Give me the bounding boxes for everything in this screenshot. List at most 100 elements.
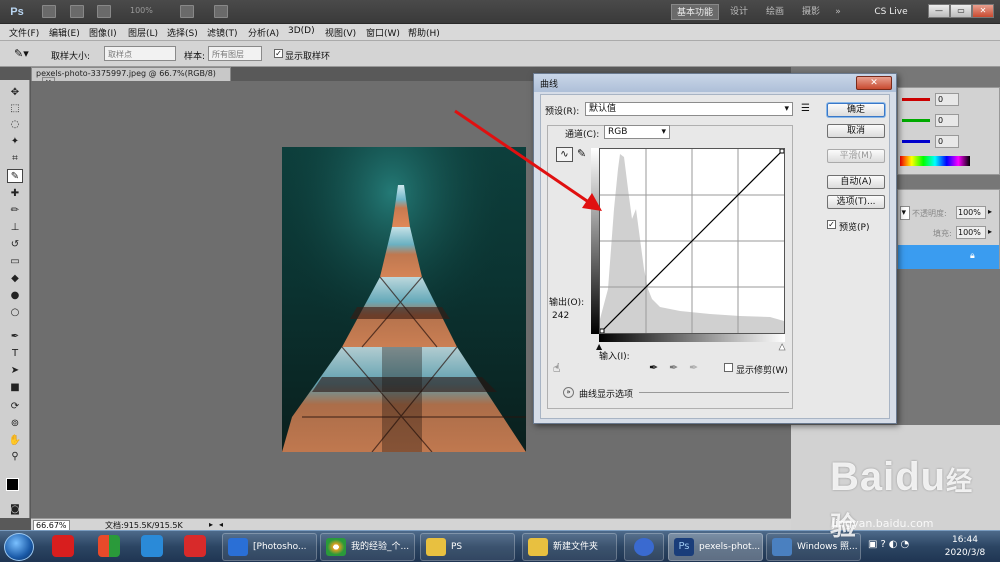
sample-select[interactable]: 所有图层 bbox=[208, 46, 262, 61]
taskbar-item-folder-ps[interactable]: PS bbox=[420, 533, 515, 561]
ok-button[interactable]: 确定 bbox=[827, 103, 885, 117]
blur-tool-icon[interactable]: ● bbox=[7, 289, 23, 303]
brush-tool-icon[interactable]: ✏ bbox=[7, 204, 23, 218]
taskbar-item-browser[interactable]: 我的经验_个... bbox=[320, 533, 415, 561]
taskbar-item-photoshop-doc[interactable]: [Photosho... bbox=[222, 533, 317, 561]
lasso-tool-icon[interactable]: ◌ bbox=[7, 118, 23, 132]
workspace-design[interactable]: 设计 bbox=[722, 4, 756, 20]
red-slider[interactable] bbox=[902, 98, 930, 101]
fill-value[interactable]: 100% bbox=[956, 226, 986, 239]
menu-analysis[interactable]: 分析(A) bbox=[248, 26, 279, 39]
green-slider[interactable] bbox=[902, 119, 930, 122]
auto-button[interactable]: 自动(A) bbox=[827, 175, 885, 189]
system-tray-icons[interactable]: ▣?◐◔ bbox=[868, 539, 912, 550]
show-clipping-checkbox[interactable] bbox=[724, 363, 733, 372]
hand-tool-icon[interactable]: ✋ bbox=[7, 434, 23, 448]
start-button[interactable] bbox=[4, 533, 34, 561]
menu-help[interactable]: 帮助(H) bbox=[408, 26, 440, 39]
on-image-adjust-icon[interactable]: ☝ bbox=[553, 361, 560, 375]
cs-live-button[interactable]: CS Live bbox=[862, 4, 920, 20]
menu-edit[interactable]: 编辑(E) bbox=[49, 26, 80, 39]
close-button[interactable]: ✕ bbox=[972, 4, 994, 18]
taskbar-item-math[interactable] bbox=[624, 533, 664, 561]
show-ring-checkbox[interactable]: ✓ bbox=[274, 49, 283, 58]
opacity-arrow-icon[interactable]: ▸ bbox=[988, 207, 992, 216]
menu-layer[interactable]: 图层(L) bbox=[128, 26, 158, 39]
sample-size-select[interactable]: 取样点 bbox=[104, 46, 176, 61]
zoom-level[interactable]: 100% bbox=[130, 6, 153, 15]
green-value[interactable]: 0 bbox=[935, 114, 959, 127]
background-layer-row[interactable]: 🔒︎ bbox=[898, 245, 999, 269]
menu-filter[interactable]: 滤镜(T) bbox=[207, 26, 238, 39]
blue-value[interactable]: 0 bbox=[935, 135, 959, 148]
type-tool-icon[interactable]: T bbox=[7, 347, 23, 361]
output-value[interactable]: 242 bbox=[552, 311, 569, 321]
preset-select[interactable]: 默认值 bbox=[585, 102, 793, 116]
more-workspaces-icon[interactable]: » bbox=[830, 4, 846, 20]
document-tab[interactable]: pexels-photo-3375997.jpeg @ 66.7%(RGB/8)… bbox=[31, 67, 231, 88]
curves-close-button[interactable]: ✕ bbox=[856, 76, 892, 90]
minimize-button[interactable]: — bbox=[928, 4, 950, 18]
menu-select[interactable]: 选择(S) bbox=[167, 26, 198, 39]
pen-tool-icon[interactable]: ✒ bbox=[7, 330, 23, 344]
path-select-tool-icon[interactable]: ➤ bbox=[7, 364, 23, 378]
options-button[interactable]: 选项(T)... bbox=[827, 195, 885, 209]
color-ramp[interactable] bbox=[900, 156, 970, 166]
bridge-icon[interactable] bbox=[42, 5, 56, 18]
curve-endpoint-white[interactable] bbox=[779, 148, 785, 154]
status-menu-arrow-icon[interactable]: ▸ bbox=[209, 520, 213, 529]
workspace-essentials[interactable]: 基本功能 bbox=[671, 4, 719, 20]
curve-endpoint-black[interactable] bbox=[599, 328, 605, 334]
menu-file[interactable]: 文件(F) bbox=[9, 26, 39, 39]
preset-options-icon[interactable]: ☰ bbox=[801, 103, 810, 114]
3d-orbit-tool-icon[interactable]: ⊚ bbox=[7, 417, 23, 431]
workspace-painting[interactable]: 绘画 bbox=[758, 4, 792, 20]
eyedropper-preset-icon[interactable]: ✎▾ bbox=[14, 47, 29, 60]
eraser-tool-icon[interactable]: ▭ bbox=[7, 255, 23, 269]
curve-display-options-label[interactable]: 曲线显示选项 bbox=[579, 387, 633, 400]
white-eyedropper-icon[interactable]: ✒ bbox=[689, 361, 698, 374]
view-extras-icon[interactable] bbox=[97, 5, 111, 18]
system-clock[interactable]: 16:44 2020/3/8 bbox=[940, 534, 990, 560]
curves-graph[interactable] bbox=[599, 148, 785, 334]
workspace-photography[interactable]: 摄影 bbox=[794, 4, 828, 20]
zoom-tool-icon[interactable]: ⚲ bbox=[7, 450, 23, 464]
cancel-button[interactable]: 取消 bbox=[827, 124, 885, 138]
gray-eyedropper-icon[interactable]: ✒ bbox=[669, 361, 678, 374]
white-point-slider-icon[interactable]: ▲ bbox=[779, 342, 786, 352]
menu-image[interactable]: 图像(I) bbox=[89, 26, 117, 39]
opacity-value[interactable]: 100% bbox=[956, 206, 986, 219]
scroll-left-icon[interactable]: ◂ bbox=[219, 520, 223, 529]
3d-rotate-tool-icon[interactable]: ⟳ bbox=[7, 400, 23, 414]
wps-icon[interactable] bbox=[184, 535, 206, 557]
clone-stamp-tool-icon[interactable]: ⊥ bbox=[7, 221, 23, 235]
quick-select-tool-icon[interactable]: ✦ bbox=[7, 135, 23, 149]
curves-dialog-titlebar[interactable]: 曲线 ✕ bbox=[534, 74, 896, 92]
restore-button[interactable]: ▭ bbox=[950, 4, 972, 18]
black-eyedropper-icon[interactable]: ✒ bbox=[649, 361, 658, 374]
taskbar-item-new-folder[interactable]: 新建文件夹 bbox=[522, 533, 617, 561]
move-tool-icon[interactable]: ✥ bbox=[7, 86, 23, 100]
flower-app-icon[interactable] bbox=[141, 535, 163, 557]
red-value[interactable]: 0 bbox=[935, 93, 959, 106]
dodge-tool-icon[interactable]: ○ bbox=[7, 306, 23, 320]
screen-mode-icon[interactable] bbox=[214, 5, 228, 18]
office-icon[interactable] bbox=[98, 535, 120, 557]
eyedropper-tool-icon[interactable]: ✎ bbox=[7, 169, 23, 183]
history-brush-tool-icon[interactable]: ↺ bbox=[7, 238, 23, 252]
channel-select[interactable]: RGB bbox=[604, 125, 670, 139]
marquee-tool-icon[interactable]: ⬚ bbox=[7, 102, 23, 116]
taskbar-item-photos[interactable]: Windows 照... bbox=[766, 533, 861, 561]
foreground-color-swatch[interactable] bbox=[6, 478, 19, 491]
menu-window[interactable]: 窗口(W) bbox=[366, 26, 400, 39]
shape-tool-icon[interactable]: ■ bbox=[7, 381, 23, 395]
crop-tool-icon[interactable]: ⌗ bbox=[7, 152, 23, 166]
youdao-icon[interactable] bbox=[52, 535, 74, 557]
menu-3d[interactable]: 3D(D) bbox=[288, 26, 315, 36]
arrange-documents-icon[interactable] bbox=[180, 5, 194, 18]
blue-slider[interactable] bbox=[902, 140, 930, 143]
quick-mask-icon[interactable]: ◙ bbox=[7, 503, 23, 517]
blend-mode-select[interactable] bbox=[900, 206, 910, 220]
menu-view[interactable]: 视图(V) bbox=[325, 26, 356, 39]
expand-options-icon[interactable]: » bbox=[563, 387, 574, 398]
